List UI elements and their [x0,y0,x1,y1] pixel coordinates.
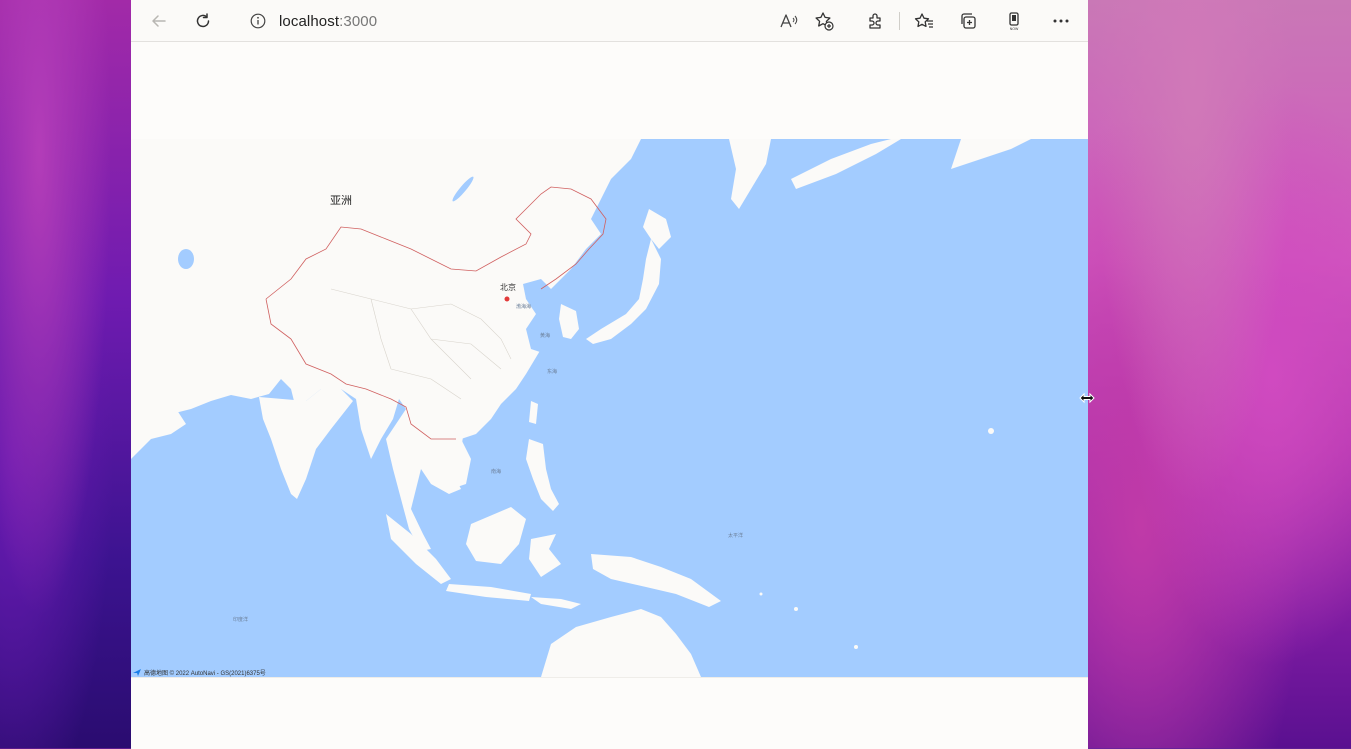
sea-label-south-china-sea: 南海 [491,469,502,475]
taiwan-landmass [529,401,538,424]
browser-toolbar: localhost:3000 NOW [131,0,1088,42]
borneo-landmass [466,507,526,564]
url-port: :3000 [339,12,378,30]
beijing-marker [504,296,510,302]
url-text: localhost:3000 [279,13,377,30]
sumatra-landmass [386,514,451,584]
toolbar-separator [899,12,900,30]
favorites-icon[interactable] [911,8,937,34]
japan-landmass [586,239,661,344]
resize-cursor-icon [1079,392,1095,404]
lake-balkhash [178,249,194,269]
continent-label: 亚洲 [330,195,352,207]
back-arrow-icon[interactable] [146,8,172,34]
info-icon[interactable] [247,10,269,32]
page-bottom-area [131,677,1088,749]
pacific-island [794,607,798,611]
amap-logo-icon [133,669,141,676]
city-label-beijing[interactable]: 北京 [500,282,516,293]
desktop-wallpaper-left [0,0,131,748]
extensions-icon[interactable] [862,8,888,34]
hokkaido-landmass [643,209,671,249]
sea-label-bohai: 渤海海 [516,304,532,310]
sea-label-yellow-sea: 黄海 [540,333,551,339]
pacific-island [759,592,763,596]
add-favorite-icon[interactable] [811,8,837,34]
sulawesi-landmass [529,534,561,577]
more-icon[interactable] [1048,8,1074,34]
map-canvas[interactable] [131,139,1088,677]
collections-icon[interactable] [955,8,981,34]
java-landmass [446,584,531,601]
refresh-icon[interactable] [190,8,216,34]
map-container[interactable]: 亚洲 北京 渤海海 黄海 东海 南海 太平洋 印度洋 高德地图 © 2022 A… [131,139,1088,677]
sea-label-east-china-sea: 东海 [547,369,558,375]
phone-icon[interactable]: NOW [1001,8,1027,34]
philippines-landmass [526,439,559,511]
lesser-sunda-islands [531,597,581,609]
page-top-area [131,42,1088,139]
sea-label-indian: 印度洋 [233,617,249,623]
kuril-islands [791,139,901,189]
browser-window: localhost:3000 NOW 亚洲 北京 渤海海 黄海 东海 南海 太平… [131,0,1088,749]
pacific-island [854,645,858,649]
url-host: localhost [279,12,340,30]
attribution-text: 高德地图 © 2022 AutoNavi - GS(2021)6375号 [144,671,266,677]
read-aloud-icon[interactable] [776,8,802,34]
australia-landmass [541,609,701,677]
sea-label-pacific: 太平洋 [728,533,744,539]
map-attribution: 高德地图 © 2022 AutoNavi - GS(2021)6375号 [133,668,266,677]
sakhalin-landmass [729,139,771,209]
korea-landmass [559,304,579,339]
hawaii-island [988,428,994,434]
india-landmass [259,389,353,499]
desktop-wallpaper-right [1088,0,1351,748]
kamchatka [951,139,1031,169]
new-guinea-landmass [591,554,721,607]
svg-text:NOW: NOW [1010,27,1019,31]
